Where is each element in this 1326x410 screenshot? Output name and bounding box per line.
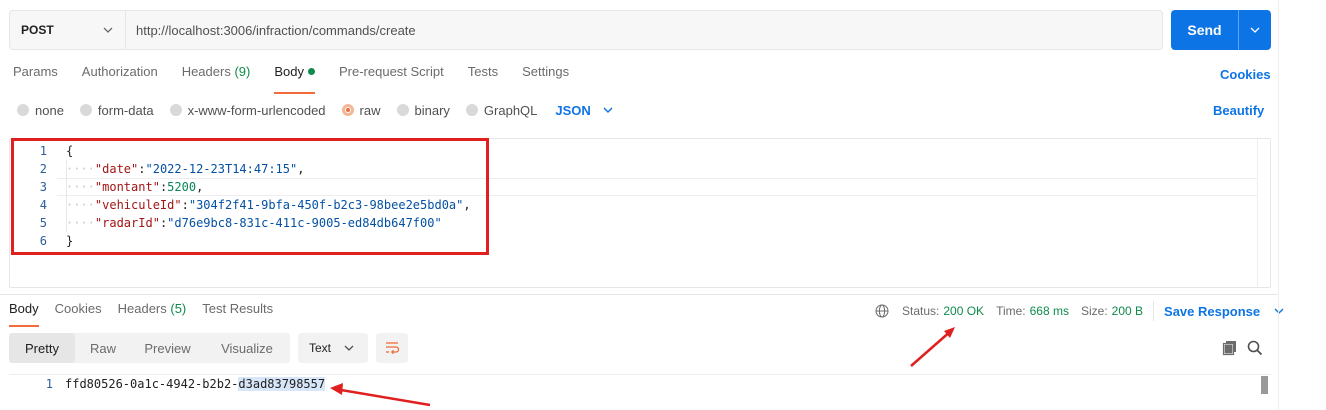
arrow-head [330, 383, 343, 395]
postman-request-view: POST http://localhost:3006/infraction/co… [0, 0, 1326, 410]
annotation-arrows [330, 327, 955, 407]
annotation-arrow-status [910, 329, 953, 367]
annotation-arrow-response [334, 387, 431, 407]
